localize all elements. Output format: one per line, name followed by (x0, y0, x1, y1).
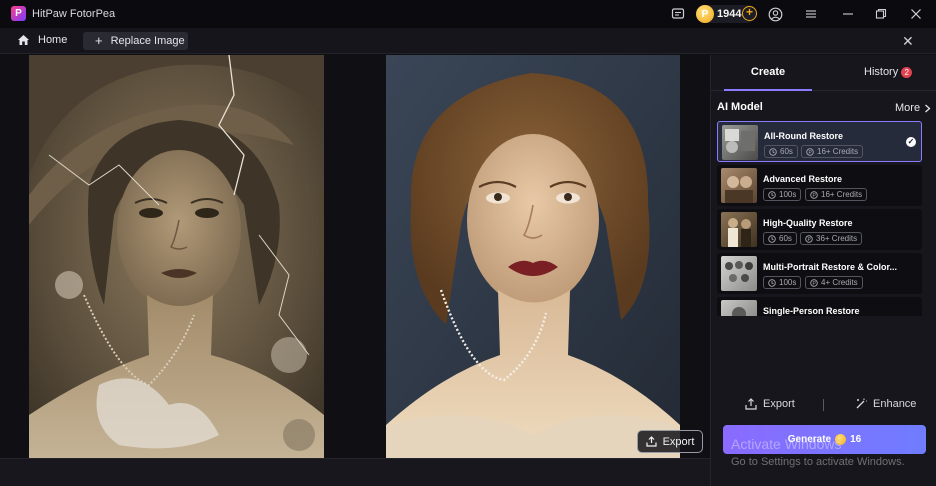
model-item-advanced-restore[interactable]: Advanced Restore 100s P 16+ Credits (717, 165, 922, 206)
tab-history-label: History (864, 66, 899, 78)
model-item-all-round-restore[interactable]: All-Round Restore 60s P 16+ Credits ✓ (717, 121, 922, 162)
canvas-export-button[interactable]: Export (637, 430, 703, 453)
plus-icon: + (95, 33, 103, 48)
image-canvas (0, 55, 710, 486)
tab-bar: Home + Replace Image ✕ (0, 28, 936, 54)
tab-create[interactable]: Create (724, 55, 812, 91)
magic-wand-icon (856, 398, 867, 409)
credit-chip: P 16+ Credits (805, 188, 868, 201)
time-chip: 60s (764, 145, 798, 158)
app-title: HitPaw FotorPea (32, 8, 116, 20)
add-credits-icon[interactable]: + (742, 6, 757, 21)
feedback-icon[interactable] (670, 6, 686, 22)
title-bar: P HitPaw FotorPea P 1944 + (0, 0, 936, 28)
panel-tabs: Create History 2 (711, 55, 936, 91)
model-name: High-Quality Restore (763, 218, 853, 228)
coin-icon (835, 434, 847, 445)
close-icon[interactable] (908, 6, 924, 22)
tab-history[interactable]: History 2 (864, 66, 913, 78)
credits-count: 1944 (717, 8, 742, 20)
home-tab-label: Home (38, 34, 68, 46)
credit-chip: P 16+ Credits (801, 145, 864, 158)
model-name: Advanced Restore (763, 174, 843, 184)
credit-chip: P 36+ Credits (800, 232, 863, 245)
chevron-right-icon (925, 104, 931, 112)
enhance-label: Enhance (873, 398, 917, 410)
generate-label: Generate (787, 434, 832, 445)
panel-export-label: Export (763, 398, 795, 410)
generate-cost: 16 (850, 434, 862, 445)
model-item-multi-portrait-restore[interactable]: Multi-Portrait Restore & Color... 100s P… (717, 253, 922, 294)
minimize-icon[interactable] (840, 6, 856, 22)
clock-icon (768, 278, 776, 287)
canvas-export-label: Export (662, 435, 695, 448)
credit-chip: P 4+ Credits (805, 276, 863, 289)
clock-icon (769, 147, 777, 156)
app-logo-icon: P (11, 6, 26, 21)
model-name: All-Round Restore (764, 131, 844, 141)
user-icon[interactable] (767, 6, 783, 22)
enhance-button[interactable]: Enhance (855, 398, 916, 410)
close-tab-icon[interactable]: ✕ (902, 34, 914, 48)
time-chip: 60s (763, 232, 797, 245)
credit-icon: P (810, 278, 818, 287)
export-icon (645, 436, 657, 447)
time-chip: 100s (763, 188, 802, 201)
model-thumbnail (721, 168, 757, 203)
original-photo (29, 55, 324, 458)
credit-icon: P (806, 147, 814, 156)
replace-image-button[interactable]: + Replace Image (83, 32, 188, 50)
coin-icon: P (696, 5, 714, 23)
canvas-footer (0, 458, 710, 486)
model-item-high-quality-restore[interactable]: High-Quality Restore 60s P 36+ Credits (717, 209, 922, 250)
panel-export-button[interactable]: Export (745, 398, 795, 410)
more-models-link[interactable]: More (895, 102, 931, 114)
model-name: Single-Person Restore (763, 306, 860, 316)
replace-image-label: Replace Image (110, 35, 185, 47)
model-thumbnail (721, 300, 757, 316)
clock-icon (768, 234, 776, 243)
model-list: All-Round Restore 60s P 16+ Credits ✓ Ad… (717, 121, 929, 316)
ai-model-heading: AI Model (717, 101, 763, 113)
home-icon (18, 35, 29, 45)
menu-icon[interactable] (803, 6, 819, 22)
clock-icon (768, 190, 776, 199)
model-thumbnail (721, 212, 757, 247)
model-thumbnail (721, 256, 757, 291)
model-thumbnail (722, 125, 758, 160)
maximize-icon[interactable] (873, 6, 889, 22)
restored-photo (386, 55, 680, 458)
model-item-single-person-restore[interactable]: Single-Person Restore (717, 297, 922, 316)
home-tab[interactable]: Home (17, 34, 67, 46)
more-label: More (895, 102, 921, 114)
action-divider (823, 399, 824, 411)
side-panel: Create History 2 AI Model More All-Round… (710, 55, 936, 486)
model-name: Multi-Portrait Restore & Color... (763, 262, 898, 272)
history-badge: 2 (901, 66, 913, 78)
credit-icon: P (810, 190, 818, 199)
credit-icon: P (805, 234, 813, 243)
time-chip: 100s (763, 276, 802, 289)
selected-check-icon: ✓ (906, 137, 916, 147)
export-icon (745, 398, 757, 410)
generate-button[interactable]: Generate 16 (723, 425, 926, 454)
